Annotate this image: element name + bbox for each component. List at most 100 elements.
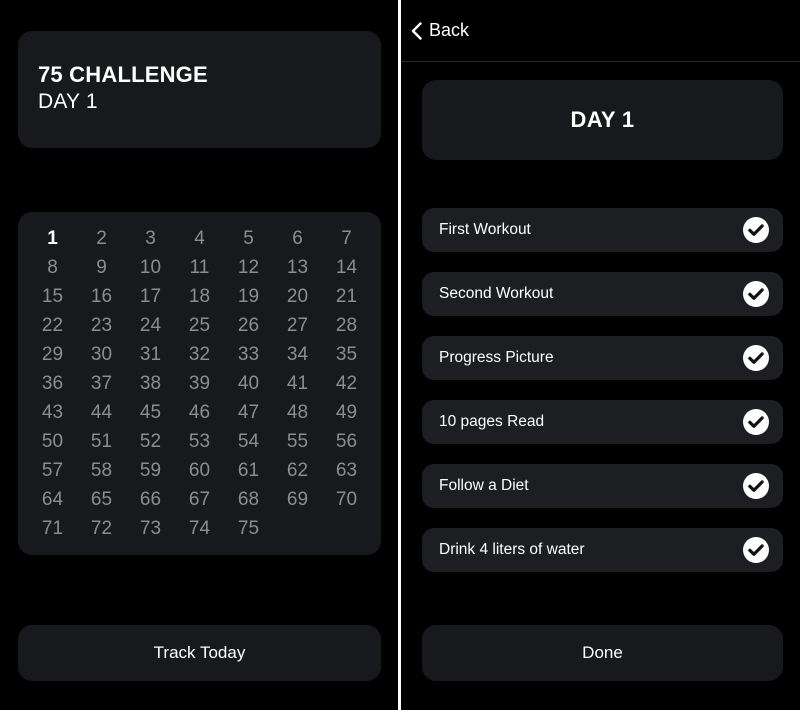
calendar-day-38[interactable]: 38: [140, 369, 161, 398]
back-button[interactable]: Back: [411, 20, 469, 41]
calendar-day-44[interactable]: 44: [91, 398, 112, 427]
task-row[interactable]: Progress Picture: [422, 336, 783, 380]
calendar-day-70[interactable]: 70: [336, 485, 357, 514]
check-circle-icon[interactable]: [743, 217, 769, 243]
right-screen: Back DAY 1 First Workout Second Workout Pr…: [401, 0, 800, 710]
calendar-day-73[interactable]: 73: [140, 514, 161, 543]
calendar-day-33[interactable]: 33: [238, 340, 259, 369]
calendar-day-61[interactable]: 61: [238, 456, 259, 485]
chevron-left-icon: [411, 21, 422, 40]
task-label: 10 pages Read: [439, 413, 545, 430]
calendar-day-37[interactable]: 37: [91, 369, 112, 398]
calendar-day-60[interactable]: 60: [189, 456, 210, 485]
task-row[interactable]: Second Workout: [422, 272, 783, 316]
calendar-day-8[interactable]: 8: [47, 253, 58, 282]
calendar-day-12[interactable]: 12: [238, 253, 259, 282]
calendar-day-20[interactable]: 20: [287, 282, 308, 311]
calendar-day-10[interactable]: 10: [140, 253, 161, 282]
calendar-day-74[interactable]: 74: [189, 514, 210, 543]
calendar-day-62[interactable]: 62: [287, 456, 308, 485]
dual-screen-container: 75 CHALLENGE DAY 1 1 2 3 4 5 6 7 8 9 10 11 12 13 14 15…: [0, 0, 800, 710]
calendar-day-31[interactable]: 31: [140, 340, 161, 369]
calendar-day-32[interactable]: 32: [189, 340, 210, 369]
calendar-day-54[interactable]: 54: [238, 427, 259, 456]
calendar-day-4[interactable]: 4: [194, 224, 205, 253]
track-today-button-label: Track Today: [153, 643, 246, 662]
calendar-day-29[interactable]: 29: [42, 340, 63, 369]
calendar-card: 1 2 3 4 5 6 7 8 9 10 11 12 13 14 15 16 17 18 19 20 21 22 23 24 2…: [18, 212, 381, 555]
calendar-day-28[interactable]: 28: [336, 311, 357, 340]
done-button[interactable]: Done: [422, 625, 783, 681]
check-circle-icon[interactable]: [743, 473, 769, 499]
calendar-day-16[interactable]: 16: [91, 282, 112, 311]
calendar-day-47[interactable]: 47: [238, 398, 259, 427]
calendar-day-59[interactable]: 59: [140, 456, 161, 485]
calendar-day-53[interactable]: 53: [189, 427, 210, 456]
task-row[interactable]: Drink 4 liters of water: [422, 528, 783, 572]
calendar-day-5[interactable]: 5: [243, 224, 254, 253]
task-label: Second Workout: [439, 285, 554, 302]
calendar-day-27[interactable]: 27: [287, 311, 308, 340]
check-circle-icon[interactable]: [743, 409, 769, 435]
calendar-day-56[interactable]: 56: [336, 427, 357, 456]
task-row[interactable]: First Workout: [422, 208, 783, 252]
calendar-day-9[interactable]: 9: [96, 253, 107, 282]
calendar-day-36[interactable]: 36: [42, 369, 63, 398]
calendar-day-43[interactable]: 43: [42, 398, 63, 427]
calendar-day-67[interactable]: 67: [189, 485, 210, 514]
calendar-day-18[interactable]: 18: [189, 282, 210, 311]
calendar-day-23[interactable]: 23: [91, 311, 112, 340]
done-button-label: Done: [582, 643, 623, 662]
calendar-day-65[interactable]: 65: [91, 485, 112, 514]
track-today-button[interactable]: Track Today: [18, 625, 381, 681]
calendar-day-68[interactable]: 68: [238, 485, 259, 514]
calendar-day-7[interactable]: 7: [341, 224, 352, 253]
calendar-day-41[interactable]: 41: [287, 369, 308, 398]
calendar-day-52[interactable]: 52: [140, 427, 161, 456]
calendar-day-51[interactable]: 51: [91, 427, 112, 456]
calendar-day-15[interactable]: 15: [42, 282, 63, 311]
calendar-day-6[interactable]: 6: [292, 224, 303, 253]
calendar-day-14[interactable]: 14: [336, 253, 357, 282]
calendar-day-19[interactable]: 19: [238, 282, 259, 311]
check-circle-icon[interactable]: [743, 537, 769, 563]
calendar-day-30[interactable]: 30: [91, 340, 112, 369]
calendar-day-42[interactable]: 42: [336, 369, 357, 398]
calendar-day-22[interactable]: 22: [42, 311, 63, 340]
task-row[interactable]: Follow a Diet: [422, 464, 783, 508]
calendar-day-3[interactable]: 3: [145, 224, 156, 253]
calendar-day-63[interactable]: 63: [336, 456, 357, 485]
calendar-day-75[interactable]: 75: [238, 514, 259, 543]
calendar-day-2[interactable]: 2: [96, 224, 107, 253]
calendar-day-48[interactable]: 48: [287, 398, 308, 427]
calendar-day-58[interactable]: 58: [91, 456, 112, 485]
calendar-day-57[interactable]: 57: [42, 456, 63, 485]
calendar-day-34[interactable]: 34: [287, 340, 308, 369]
calendar-day-40[interactable]: 40: [238, 369, 259, 398]
calendar-day-25[interactable]: 25: [189, 311, 210, 340]
calendar-day-13[interactable]: 13: [287, 253, 308, 282]
calendar-day-17[interactable]: 17: [140, 282, 161, 311]
check-circle-icon[interactable]: [743, 345, 769, 371]
check-circle-icon[interactable]: [743, 281, 769, 307]
calendar-day-49[interactable]: 49: [336, 398, 357, 427]
calendar-day-39[interactable]: 39: [189, 369, 210, 398]
calendar-day-21[interactable]: 21: [336, 282, 357, 311]
calendar-day-64[interactable]: 64: [42, 485, 63, 514]
calendar-day-26[interactable]: 26: [238, 311, 259, 340]
calendar-day-50[interactable]: 50: [42, 427, 63, 456]
calendar-day-35[interactable]: 35: [336, 340, 357, 369]
calendar-day-55[interactable]: 55: [287, 427, 308, 456]
calendar-day-45[interactable]: 45: [140, 398, 161, 427]
calendar-day-11[interactable]: 11: [190, 253, 210, 282]
calendar-day-72[interactable]: 72: [91, 514, 112, 543]
task-row[interactable]: 10 pages Read: [422, 400, 783, 444]
calendar-day-71[interactable]: 71: [42, 514, 63, 543]
calendar-day-66[interactable]: 66: [140, 485, 161, 514]
calendar-day-24[interactable]: 24: [140, 311, 161, 340]
day-title-card: DAY 1: [422, 80, 783, 160]
calendar-day-46[interactable]: 46: [189, 398, 210, 427]
calendar-day-69[interactable]: 69: [287, 485, 308, 514]
calendar-grid: 1 2 3 4 5 6 7 8 9 10 11 12 13 14 15 16 17 18 19 20 21 22 23 24 2…: [28, 224, 371, 543]
calendar-day-1[interactable]: 1: [47, 224, 58, 253]
